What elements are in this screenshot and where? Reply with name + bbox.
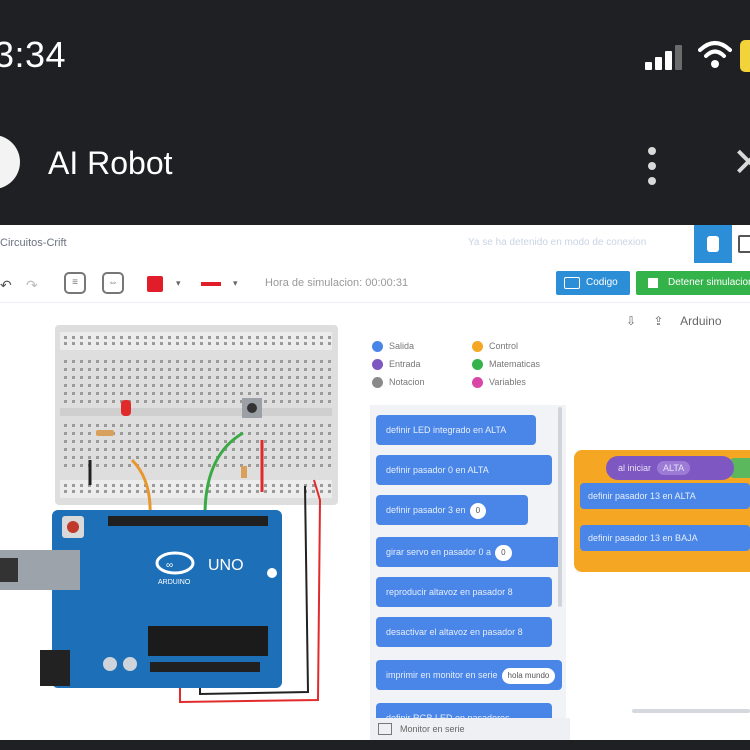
resistor[interactable] bbox=[96, 430, 114, 436]
block-item[interactable]: desactivar el altavoz en pasador 8 bbox=[376, 617, 552, 647]
monitor-icon bbox=[378, 723, 392, 735]
block-item[interactable]: girar servo en pasador 0 a0 bbox=[376, 537, 562, 567]
color-caret-icon[interactable]: ▾ bbox=[176, 278, 181, 289]
workspace-block[interactable]: definir pasador 13 en ALTA bbox=[580, 483, 750, 509]
stop-simulation-button[interactable]: Detener simulacion bbox=[636, 271, 750, 295]
category-color-dot bbox=[372, 359, 383, 371]
block-categories: Salida Control Entrada Matematicas Notac… bbox=[370, 341, 570, 401]
analog-header bbox=[150, 662, 260, 672]
close-icon[interactable]: ✕ bbox=[732, 143, 750, 183]
redo-icon[interactable]: ↷ bbox=[26, 277, 38, 294]
shared-screenshot: Circuitos-Crift Ya se ha detenido en mod… bbox=[0, 225, 750, 740]
block-palette: definir LED integrado en ALTA definir pa… bbox=[370, 405, 566, 740]
reset-button bbox=[67, 521, 79, 533]
category-notation[interactable]: Notacion bbox=[372, 377, 425, 389]
power-jack bbox=[40, 650, 70, 686]
page-title: AI Robot bbox=[48, 145, 173, 181]
arduino-board[interactable]: ∞ UNO ARDUINO bbox=[0, 510, 282, 688]
download-icon[interactable]: ⇩ bbox=[626, 314, 636, 328]
stop-icon bbox=[648, 278, 658, 288]
category-input[interactable]: Entrada bbox=[372, 359, 421, 371]
wire-caret-icon[interactable]: ▾ bbox=[233, 278, 238, 289]
category-color-dot bbox=[472, 359, 483, 371]
serial-monitor-label: Monitor en serie bbox=[400, 724, 465, 734]
code-icon bbox=[564, 277, 580, 289]
arduino-component-icon[interactable] bbox=[694, 225, 732, 263]
breadboard[interactable] bbox=[55, 325, 338, 505]
toolbar: ↶ ↷ ≡ ⇔ ▾ ▾ Hora de simulacion: 00:00:31… bbox=[0, 265, 750, 303]
circuit-canvas[interactable]: ∞ UNO ARDUINO bbox=[0, 320, 345, 740]
editor-tools: ⇩ ⇪ Arduino bbox=[626, 314, 736, 328]
block-item[interactable]: definir LED integrado en ALTA bbox=[376, 415, 536, 445]
workspace-block[interactable]: definir pasador 13 en BAJA bbox=[580, 525, 750, 551]
undo-icon[interactable]: ↶ bbox=[0, 277, 12, 294]
upload-icon[interactable]: ⇪ bbox=[653, 314, 663, 328]
resistor-2[interactable] bbox=[241, 466, 247, 478]
category-control[interactable]: Control bbox=[472, 341, 518, 353]
board-uno-label: UNO bbox=[208, 557, 244, 574]
board-brand-label: ARDUINO bbox=[158, 579, 191, 586]
category-color-dot bbox=[372, 377, 383, 389]
connection-notice: Ya se ha detenido en modo de conexion bbox=[468, 237, 647, 248]
avatar[interactable] bbox=[0, 135, 20, 189]
red-led[interactable] bbox=[121, 400, 131, 416]
color-swatch[interactable] bbox=[147, 276, 163, 292]
more-menu-icon[interactable] bbox=[646, 147, 658, 187]
code-button-label: Codigo bbox=[586, 277, 618, 288]
stop-simulation-label: Detener simulacion bbox=[668, 277, 750, 288]
atmega-chip bbox=[148, 626, 268, 656]
category-variables[interactable]: Variables bbox=[472, 377, 526, 389]
bottom-bar bbox=[0, 740, 750, 750]
category-color-dot bbox=[472, 341, 483, 353]
block-item[interactable]: definir pasador 3 en 0 bbox=[376, 495, 528, 525]
block-item[interactable]: imprimir en monitor en serie hola mundo bbox=[376, 660, 562, 690]
window-title: Circuitos-Crift bbox=[0, 237, 67, 249]
status-bar: 3:34 bbox=[0, 0, 750, 115]
flip-icon[interactable]: ⇔ bbox=[102, 272, 124, 294]
block-item[interactable]: definir pasador 0 en ALTA bbox=[376, 455, 552, 485]
category-color-dot bbox=[472, 377, 483, 389]
zoom-label[interactable]: Arduino bbox=[680, 314, 721, 328]
workspace-scrollbar[interactable] bbox=[632, 709, 750, 713]
category-color-dot bbox=[372, 341, 383, 353]
wifi-icon bbox=[698, 41, 732, 68]
wire-style-swatch[interactable] bbox=[201, 282, 221, 286]
category-output[interactable]: Salida bbox=[372, 341, 414, 353]
palette-scrollbar[interactable] bbox=[558, 407, 562, 607]
battery-icon bbox=[740, 40, 750, 72]
svg-text:∞: ∞ bbox=[166, 560, 173, 571]
code-button[interactable]: Codigo bbox=[556, 271, 630, 295]
simulation-time: Hora de simulacion: 00:00:31 bbox=[265, 277, 409, 289]
block-item[interactable]: reproducir altavoz en pasador 8 bbox=[376, 577, 552, 607]
app-header: AI Robot ✕ bbox=[0, 115, 750, 225]
digital-header bbox=[108, 516, 268, 526]
category-math[interactable]: Matematicas bbox=[472, 359, 540, 371]
panel-toggle-icon[interactable] bbox=[738, 235, 750, 253]
signal-icon bbox=[645, 45, 682, 70]
serial-monitor-button[interactable]: Monitor en serie bbox=[370, 718, 570, 740]
event-block[interactable]: al iniciar ALTA bbox=[606, 456, 734, 480]
status-time: 3:34 bbox=[0, 34, 67, 75]
notes-icon[interactable]: ≡ bbox=[64, 272, 86, 294]
